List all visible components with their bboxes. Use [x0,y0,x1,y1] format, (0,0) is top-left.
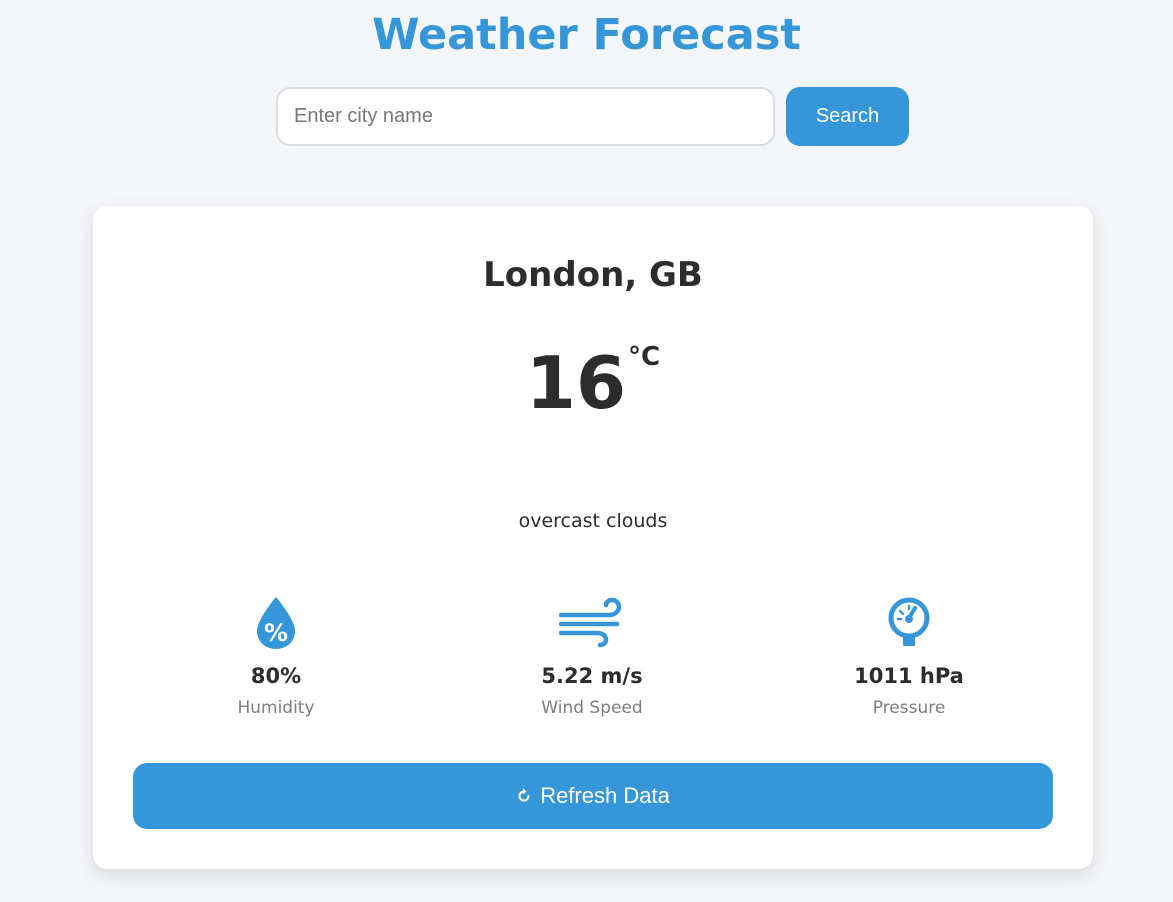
pressure-value: 1011 hPa [854,664,964,688]
refresh-button-label: Refresh Data [540,783,670,808]
weather-app: Weather Forecast Search London, GB 16°C … [0,0,1173,902]
humidity-stat: % 80% Humidity [166,594,386,724]
temperature-display: 16°C [93,338,1093,428]
svg-text:%: % [264,619,288,647]
pressure-label: Pressure [872,698,946,718]
temperature-value: 16 [525,341,627,425]
wind-icon [559,597,622,648]
pressure-stat: 1011 hPa Pressure [799,594,1019,724]
weather-description: overcast clouds [518,510,668,532]
refresh-icon [518,788,530,802]
city-search-input[interactable] [276,87,775,146]
temperature-unit: °C [628,342,661,372]
humidity-value: 80% [250,664,302,688]
humidity-icon: % [257,597,295,649]
location-name: London, GB [483,255,703,295]
refresh-data-button[interactable]: Refresh Data [133,763,1053,829]
search-bar: Search [276,87,909,146]
weather-card: London, GB 16°C overcast clouds % 80% Hu… [93,206,1093,869]
humidity-label: Humidity [237,698,315,718]
pressure-gauge-icon [888,597,930,646]
wind-speed-value: 5.22 m/s [541,664,643,688]
wind-speed-label: Wind Speed [541,698,643,718]
search-button[interactable]: Search [786,87,909,146]
wind-stat: 5.22 m/s Wind Speed [482,594,702,724]
page-title: Weather Forecast [372,10,801,60]
